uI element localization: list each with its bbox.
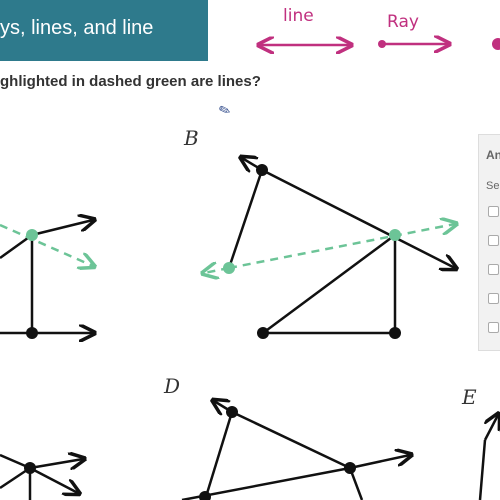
figure-d [181,401,410,500]
figure-a [0,220,93,339]
answer-heading: An [486,148,500,162]
choice-checkbox-b[interactable] [488,235,499,246]
geometry-figures [0,0,500,500]
figure-b [204,158,455,339]
choice-checkbox-d[interactable] [488,293,499,304]
answer-panel: An Sel [478,134,500,351]
figure-e [478,415,498,500]
choice-checkbox-c[interactable] [488,264,499,275]
choice-checkbox-a[interactable] [488,206,499,217]
annotation-dot [492,38,500,50]
figure-c [0,455,83,500]
annotation-ray-symbol [378,40,448,48]
answer-instruction: Sel [486,180,500,192]
choice-checkbox-e[interactable] [488,322,499,333]
